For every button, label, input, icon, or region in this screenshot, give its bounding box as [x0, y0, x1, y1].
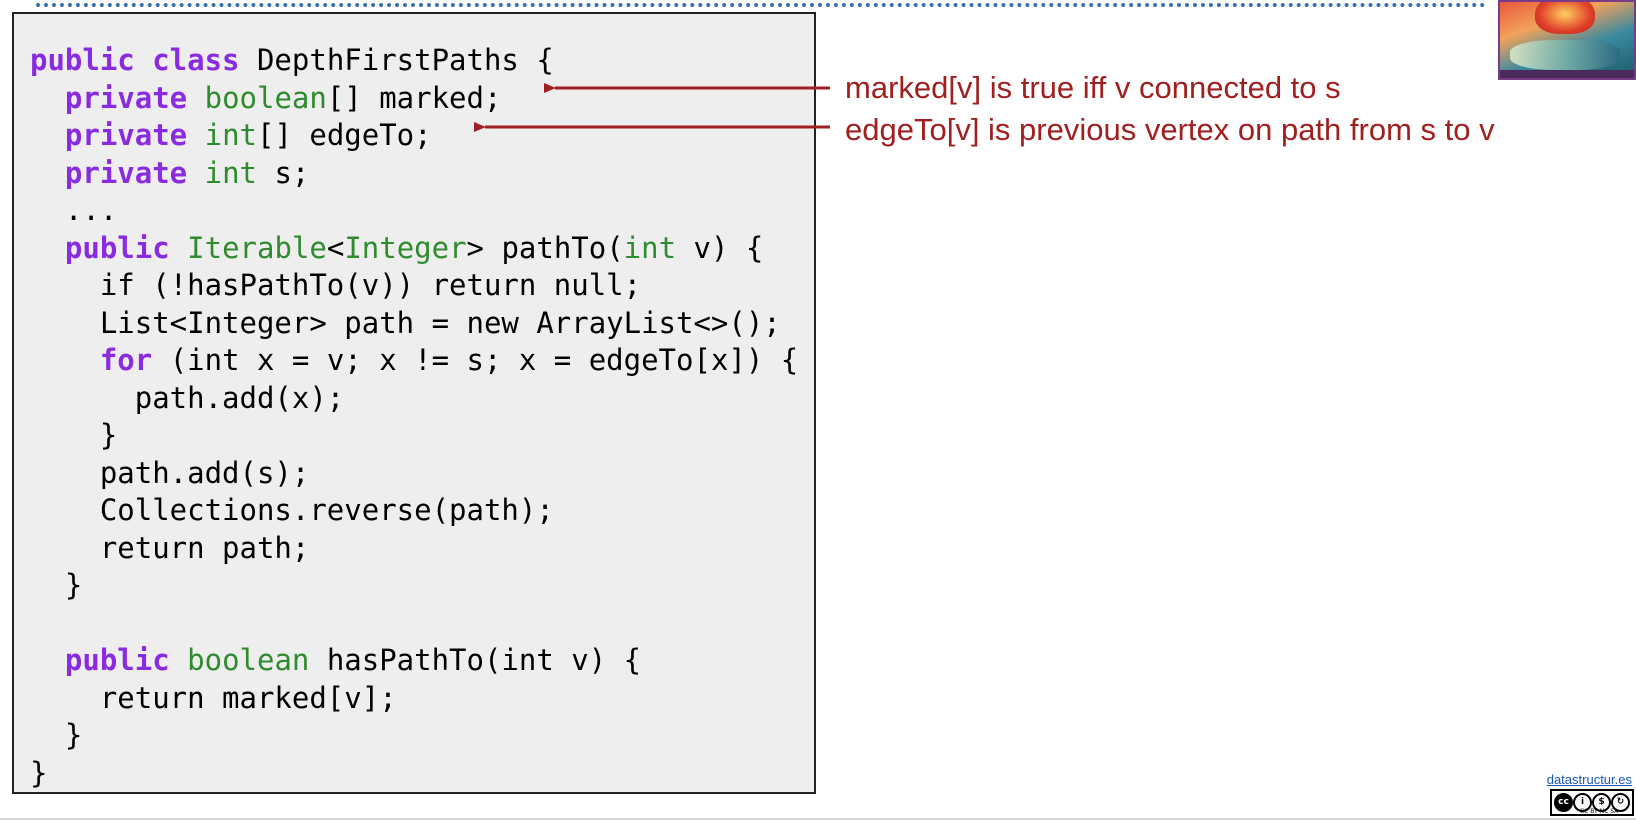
license-badge-label: CC BY NC SA	[1580, 808, 1619, 815]
code-token: }	[30, 568, 83, 602]
code-token: public	[64, 643, 170, 677]
code-token: (int x = v; x != s; x = edgeTo[x]) {	[152, 343, 799, 377]
code-line: Collections.reverse(path);	[30, 492, 798, 530]
code-line: }	[30, 717, 798, 755]
code-token: <	[326, 230, 345, 265]
code-token: [] marked;	[326, 80, 502, 115]
code-token: public class	[30, 43, 240, 77]
code-line: private int[] edgeTo;	[30, 117, 798, 155]
code-token: Collections.reverse(path);	[30, 493, 554, 527]
code-line: public boolean hasPathTo(int v) {	[30, 642, 798, 680]
code-token: s;	[257, 155, 310, 190]
code-token: return marked[v];	[30, 680, 397, 715]
code-token: if (!hasPathTo(v)) return null;	[30, 268, 642, 302]
code-line: private int s;	[30, 155, 798, 193]
code-token: Iterable	[187, 230, 327, 265]
code-line: private boolean[] marked;	[30, 80, 798, 118]
code-token: }	[30, 755, 48, 790]
top-dotted-rule	[36, 3, 1486, 7]
code-line: List<Integer> path = new ArrayList<>();	[30, 305, 798, 343]
code-token: ...	[30, 193, 118, 227]
code-token: v) {	[676, 230, 764, 265]
code-line: }	[30, 755, 798, 793]
datastructures-link[interactable]: datastructur.es	[1547, 772, 1632, 787]
code-token: DepthFirstPaths {	[239, 43, 554, 77]
code-listing: public class DepthFirstPaths { private b…	[30, 42, 798, 792]
annotation-marked: marked[v] is true iff v connected to s	[845, 70, 1341, 105]
code-token: private	[64, 118, 188, 152]
code-token: path.add(s);	[30, 455, 310, 490]
code-line: return marked[v];	[30, 680, 798, 718]
code-token: int	[204, 155, 257, 190]
code-token: boolean	[187, 643, 310, 677]
code-token: Integer	[344, 230, 467, 265]
code-token: > pathTo(	[466, 230, 624, 265]
code-line: ...	[30, 192, 798, 230]
code-line: if (!hasPathTo(v)) return null;	[30, 267, 798, 305]
code-line: path.add(x);	[30, 380, 798, 418]
lotus-dragon-logo-icon	[1498, 0, 1636, 80]
code-token: private	[64, 80, 188, 115]
code-token: }	[30, 418, 118, 452]
code-panel: public class DepthFirstPaths { private b…	[12, 12, 816, 794]
code-line: path.add(s);	[30, 455, 798, 493]
code-token: return path;	[30, 530, 310, 565]
code-line: }	[30, 417, 798, 455]
code-token: }	[30, 718, 83, 752]
code-line: return path;	[30, 530, 798, 568]
code-token: boolean	[204, 80, 327, 115]
code-token: path.add(x);	[30, 380, 345, 415]
annotation-edgeto: edgeTo[v] is previous vertex on path fro…	[845, 112, 1495, 147]
creative-commons-icon[interactable]: cc i $ ↻ CC BY NC SA	[1550, 789, 1634, 816]
cc-icon: cc	[1554, 793, 1573, 812]
code-token: [] edgeTo;	[257, 118, 432, 152]
code-line: public Iterable<Integer> pathTo(int v) {	[30, 230, 798, 268]
code-token: private	[64, 155, 188, 190]
code-token: List<Integer> path = new ArrayList<>();	[30, 305, 781, 340]
code-token: public	[64, 230, 170, 265]
code-token: int	[204, 118, 257, 152]
code-line: }	[30, 567, 798, 605]
code-line: public class DepthFirstPaths {	[30, 42, 798, 80]
code-token: int	[623, 230, 677, 265]
code-line: for (int x = v; x != s; x = edgeTo[x]) {	[30, 342, 798, 380]
code-token: hasPathTo(int v) {	[309, 643, 642, 677]
code-token: for	[99, 343, 153, 377]
